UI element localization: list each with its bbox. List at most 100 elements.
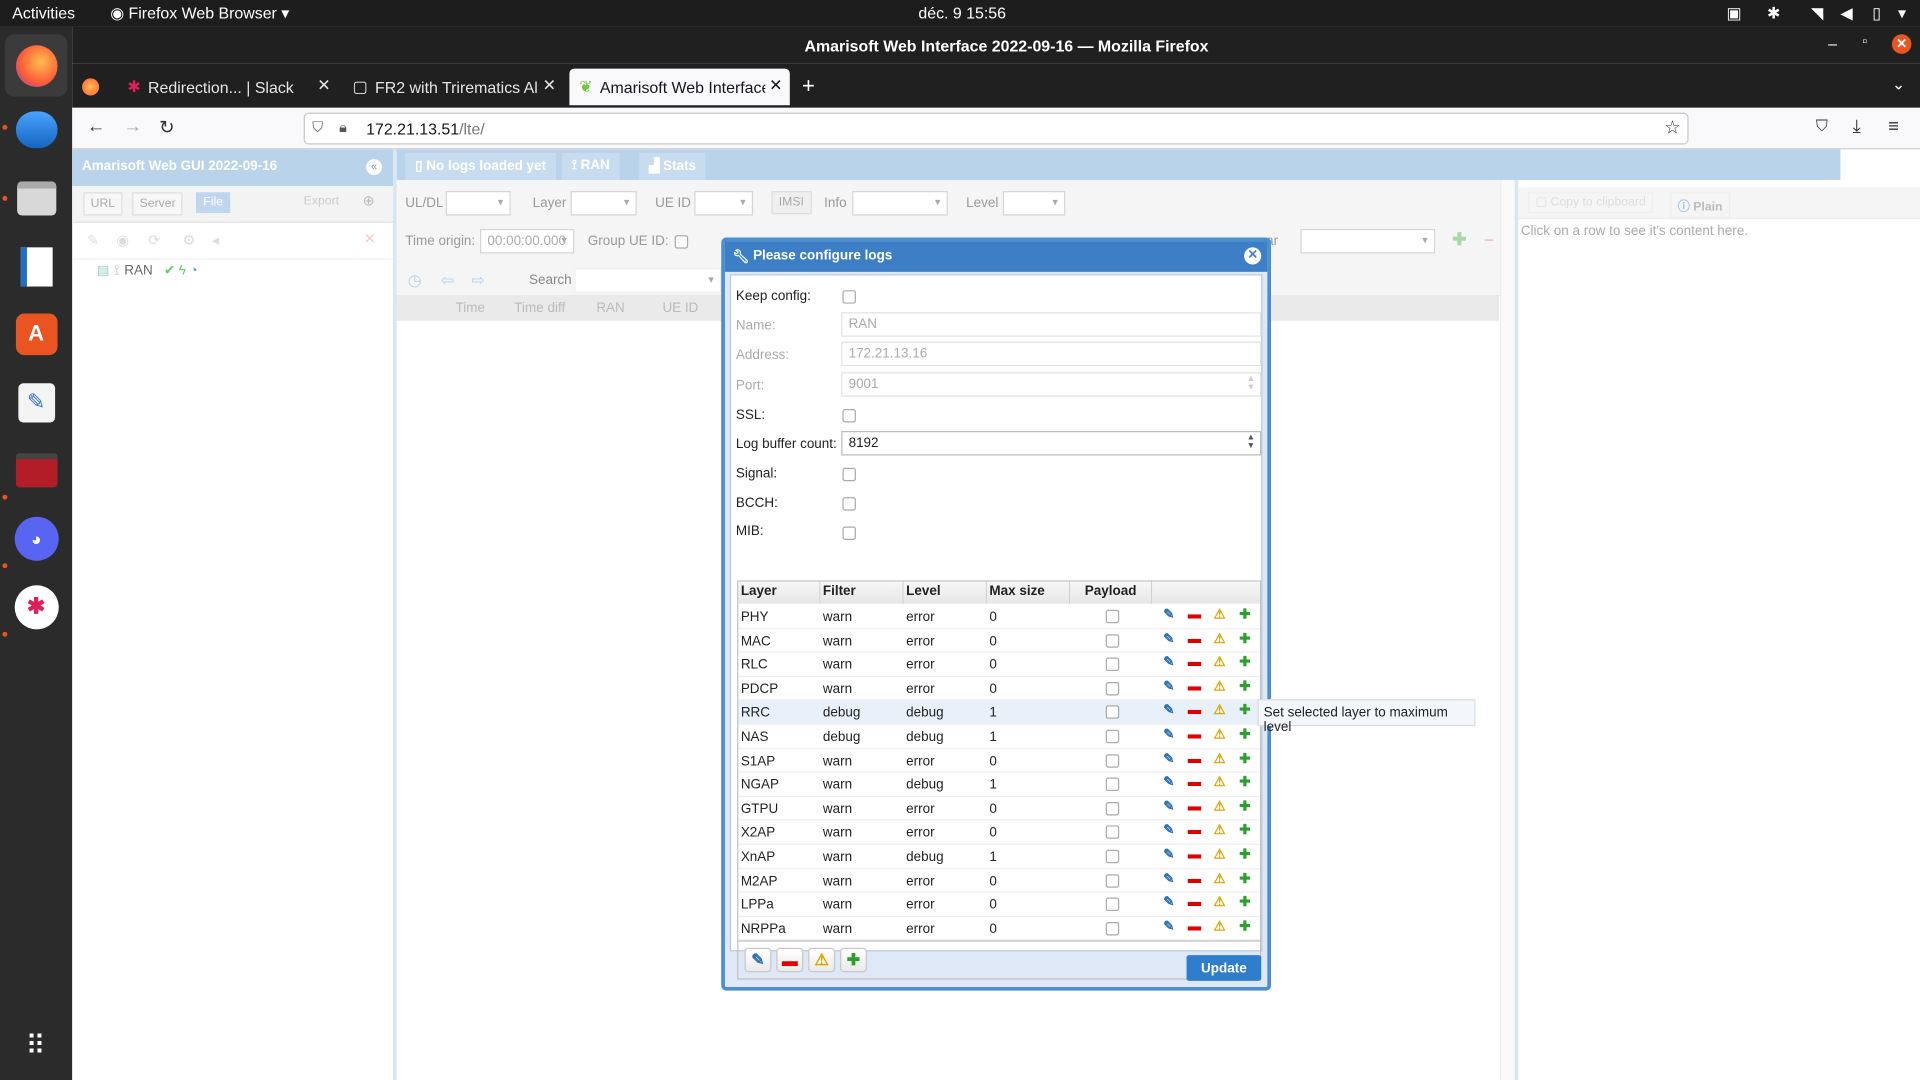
port-spinner-icon[interactable]: ▲ ▼ <box>1247 375 1255 392</box>
set-max-level-icon[interactable]: ✚ <box>1239 920 1250 934</box>
layer-row[interactable]: MAC warn error 0 ✎ ▬ ⚠ ✚ <box>738 629 1261 653</box>
add-source-icon[interactable]: ⊕ <box>362 192 374 209</box>
close-tab-icon[interactable]: ✕ <box>765 75 783 96</box>
log-buffer-count-field[interactable]: 8192 ▲ ▼ <box>841 431 1262 456</box>
edit-level-icon[interactable]: ✎ <box>1163 848 1174 862</box>
log-buffer-spinner-icon[interactable]: ▲ ▼ <box>1247 433 1255 450</box>
column-time-diff[interactable]: Time diff <box>514 301 565 316</box>
set-warn-icon[interactable]: ⚠ <box>1213 728 1225 742</box>
payload-checkbox[interactable] <box>1105 657 1120 672</box>
url-text[interactable]: 172.21.13.51/lte/ <box>366 120 485 138</box>
collapse-panel-icon[interactable]: « <box>366 159 383 176</box>
battery-icon[interactable]: ▯ <box>1872 4 1881 24</box>
edit-level-icon[interactable]: ✎ <box>1163 776 1174 790</box>
payload-checkbox[interactable] <box>1105 609 1120 624</box>
edit-level-icon[interactable]: ✎ <box>1163 920 1174 934</box>
payload-checkbox[interactable] <box>1105 777 1120 792</box>
url-bar[interactable]: ⛉ 🔒︎ 172.21.13.51/lte/ ☆ <box>303 112 1689 145</box>
edit-level-icon[interactable]: ✎ <box>1163 896 1174 910</box>
layer-select[interactable] <box>570 191 637 216</box>
set-none-icon[interactable]: ▬ <box>1188 632 1201 646</box>
list-all-tabs-icon[interactable]: ⌄ <box>1892 75 1905 95</box>
tab-fr2[interactable]: ▢ FR2 with Trirematics Alm ✕ <box>343 69 563 106</box>
edit-level-icon[interactable]: ✎ <box>1163 680 1174 694</box>
layer-row[interactable]: PDCP warn error 0 ✎ ▬ ⚠ ✚ <box>738 677 1261 701</box>
set-none-icon[interactable]: ▬ <box>1188 848 1201 862</box>
ueid-select[interactable] <box>694 191 754 216</box>
file-tab-button[interactable]: File <box>195 192 231 214</box>
set-warn-icon[interactable]: ⚠ <box>1213 848 1225 862</box>
payload-checkbox[interactable] <box>1105 729 1120 744</box>
layer-row[interactable]: PHY warn error 0 ✎ ▬ ⚠ ✚ <box>738 605 1261 629</box>
layer-row[interactable]: NAS debug debug 1 ✎ ▬ ⚠ ✚ <box>738 725 1261 749</box>
payload-checkbox[interactable] <box>1105 825 1120 840</box>
set-max-level-icon[interactable]: ✚ <box>1239 848 1250 862</box>
set-max-level-icon[interactable]: ✚ <box>1239 632 1250 646</box>
uldl-select[interactable] <box>445 191 511 216</box>
downloads-icon[interactable]: ⤓ <box>1853 116 1861 137</box>
column-time[interactable]: Time <box>456 301 485 316</box>
set-none-icon[interactable]: ▬ <box>1188 608 1201 622</box>
set-none-icon[interactable]: ▬ <box>1188 776 1201 790</box>
set-all-warn-icon[interactable]: ⚠ <box>808 947 836 973</box>
pocket-icon[interactable]: ⛉ <box>1816 116 1828 136</box>
menu-icon[interactable]: ≡ <box>1888 116 1899 137</box>
speaker-icon[interactable]: ◂ <box>212 231 219 248</box>
discord-tray-icon[interactable]: ▣ <box>1727 4 1742 24</box>
edit-level-icon[interactable]: ✎ <box>1163 608 1174 622</box>
app-center-dock-icon[interactable]: A <box>12 310 60 358</box>
close-dialog-icon[interactable]: ✕ <box>1244 247 1262 265</box>
refresh-icon[interactable]: ⟳ <box>148 231 160 248</box>
grid-header-max-size[interactable]: Max size <box>986 581 1071 604</box>
remove-filter-icon[interactable]: – <box>1484 229 1494 249</box>
set-none-icon[interactable]: ▬ <box>1188 680 1201 694</box>
set-all-edit-icon[interactable]: ✎ <box>744 947 772 973</box>
files-dock-icon[interactable] <box>12 174 60 222</box>
wifi-icon[interactable]: ◥ <box>1811 4 1823 24</box>
imsi-button[interactable]: IMSI <box>771 191 812 215</box>
set-max-level-icon[interactable]: ✚ <box>1239 704 1250 718</box>
column-ue-id[interactable]: UE ID <box>662 301 698 316</box>
payload-checkbox[interactable] <box>1105 921 1120 936</box>
set-none-icon[interactable]: ▬ <box>1188 824 1201 838</box>
close-window-icon[interactable]: ✕ <box>1891 34 1912 54</box>
set-warn-icon[interactable]: ⚠ <box>1213 776 1225 790</box>
set-max-level-icon[interactable]: ✚ <box>1239 800 1250 814</box>
payload-checkbox[interactable] <box>1105 897 1120 912</box>
layer-row[interactable]: RLC warn error 0 ✎ ▬ ⚠ ✚ <box>738 653 1261 677</box>
edit-level-icon[interactable]: ✎ <box>1163 872 1174 886</box>
set-warn-icon[interactable]: ⚠ <box>1213 872 1225 886</box>
power-menu-icon[interactable]: ▾ <box>1898 4 1906 24</box>
url-tab-button[interactable]: URL <box>83 192 123 216</box>
payload-checkbox[interactable] <box>1105 873 1120 888</box>
server-tab-button[interactable]: Server <box>132 192 184 216</box>
close-tab-icon[interactable]: ✕ <box>317 76 330 96</box>
set-none-icon[interactable]: ▬ <box>1188 656 1201 670</box>
thunderbird-dock-icon[interactable] <box>12 105 60 153</box>
tab-stats[interactable]: ▟ Stats <box>639 153 706 181</box>
firefox-dock-icon[interactable] <box>4 34 68 97</box>
info-select[interactable] <box>852 191 948 216</box>
set-max-level-icon[interactable]: ✚ <box>1239 872 1250 886</box>
maximize-icon[interactable]: ▫ <box>1862 34 1867 49</box>
search-input[interactable] <box>574 268 722 293</box>
set-max-level-icon[interactable]: ✚ <box>1239 752 1250 766</box>
set-max-level-icon[interactable]: ✚ <box>1239 728 1250 742</box>
edit-icon[interactable]: ✎ <box>87 231 99 248</box>
text-editor-dock-icon[interactable]: ✎ <box>12 378 60 426</box>
tracking-shield-icon[interactable]: ⛉ <box>312 119 323 137</box>
layer-row[interactable]: NGAP warn debug 1 ✎ ▬ ⚠ ✚ <box>738 773 1261 797</box>
layer-row[interactable]: XnAP warn debug 1 ✎ ▬ ⚠ ✚ <box>738 845 1261 869</box>
reload-icon[interactable]: ↻ <box>159 116 174 139</box>
set-all-max-icon[interactable]: ✚ <box>840 947 867 973</box>
edit-level-icon[interactable]: ✎ <box>1163 800 1174 814</box>
signal-checkbox[interactable] <box>842 467 856 482</box>
set-none-icon[interactable]: ▬ <box>1188 800 1201 814</box>
tree-node-ran[interactable]: ▤ ⟟ RAN ✔ ϟ ◔ <box>97 262 391 284</box>
payload-checkbox[interactable] <box>1105 801 1120 816</box>
ssl-checkbox[interactable] <box>842 408 856 423</box>
time-origin-input[interactable]: 00:00:00.000 <box>480 228 575 254</box>
payload-checkbox[interactable] <box>1105 681 1120 696</box>
layer-row[interactable]: M2AP warn error 0 ✎ ▬ ⚠ ✚ <box>738 869 1261 893</box>
set-none-icon[interactable]: ▬ <box>1188 704 1201 718</box>
